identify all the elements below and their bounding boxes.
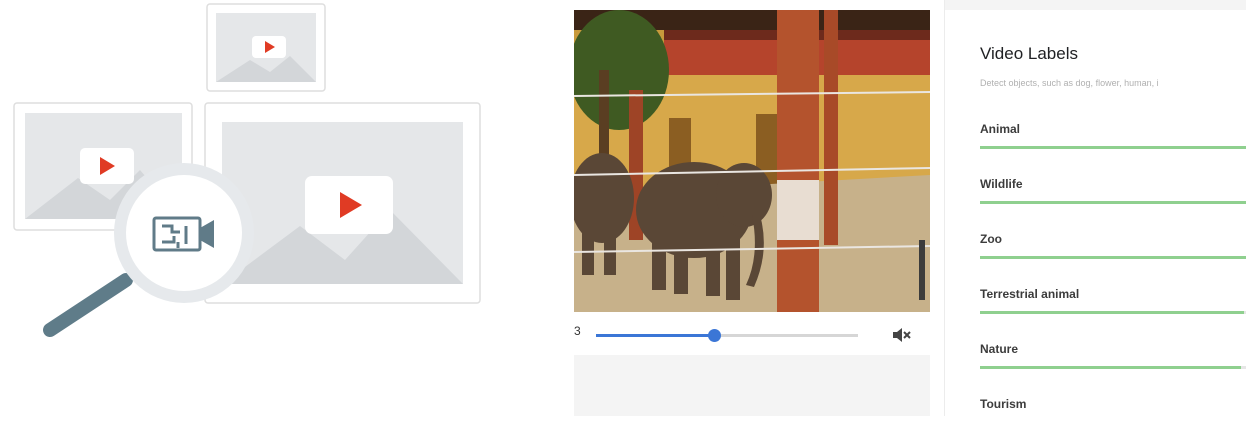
seek-progress [596,334,714,337]
panel-top-strip [945,0,1246,10]
label-name: Animal [980,122,1021,136]
video-frame[interactable] [574,10,930,312]
label-row[interactable]: Tourism [980,397,1246,416]
label-row[interactable]: Terrestrial animal [980,287,1246,327]
seek-bar[interactable] [596,329,858,342]
label-name: Wildlife [980,177,1023,191]
video-player[interactable]: 3 [574,10,930,355]
label-name: Terrestrial animal [980,287,1080,301]
thumbnail-card-small [206,3,326,92]
label-name: Zoo [980,232,1002,246]
confidence-fill [980,366,1241,369]
video-labels-panel: Video Labels Detect objects, such as dog… [944,0,1246,416]
confidence-fill [980,146,1246,149]
label-row[interactable]: Wildlife [980,177,1246,217]
confidence-bar [980,256,1246,259]
video-still-elephants [574,10,930,312]
confidence-bar [980,201,1246,204]
player-footer-area [574,355,930,416]
current-time: 3 [574,324,581,338]
label-row[interactable]: Nature [980,342,1246,382]
panel-title: Video Labels [980,44,1078,63]
video-intelligence-illustration [0,0,520,416]
confidence-bar [980,311,1246,314]
seek-handle[interactable] [707,329,721,342]
confidence-bar [980,366,1246,369]
confidence-bar [980,146,1246,149]
confidence-fill [980,311,1244,314]
volume-muted-icon [893,328,911,342]
confidence-fill [980,256,1246,259]
mute-button[interactable] [890,324,912,346]
label-name: Tourism [980,397,1027,411]
confidence-fill [980,201,1246,204]
video-controls: 3 [574,312,930,355]
label-row[interactable]: Zoo [980,232,1246,272]
label-row[interactable]: Animal [980,122,1246,162]
illustration-graphic [13,3,481,337]
panel-subtitle: Detect objects, such as dog, flower, hum… [980,78,1159,88]
label-name: Nature [980,342,1019,356]
